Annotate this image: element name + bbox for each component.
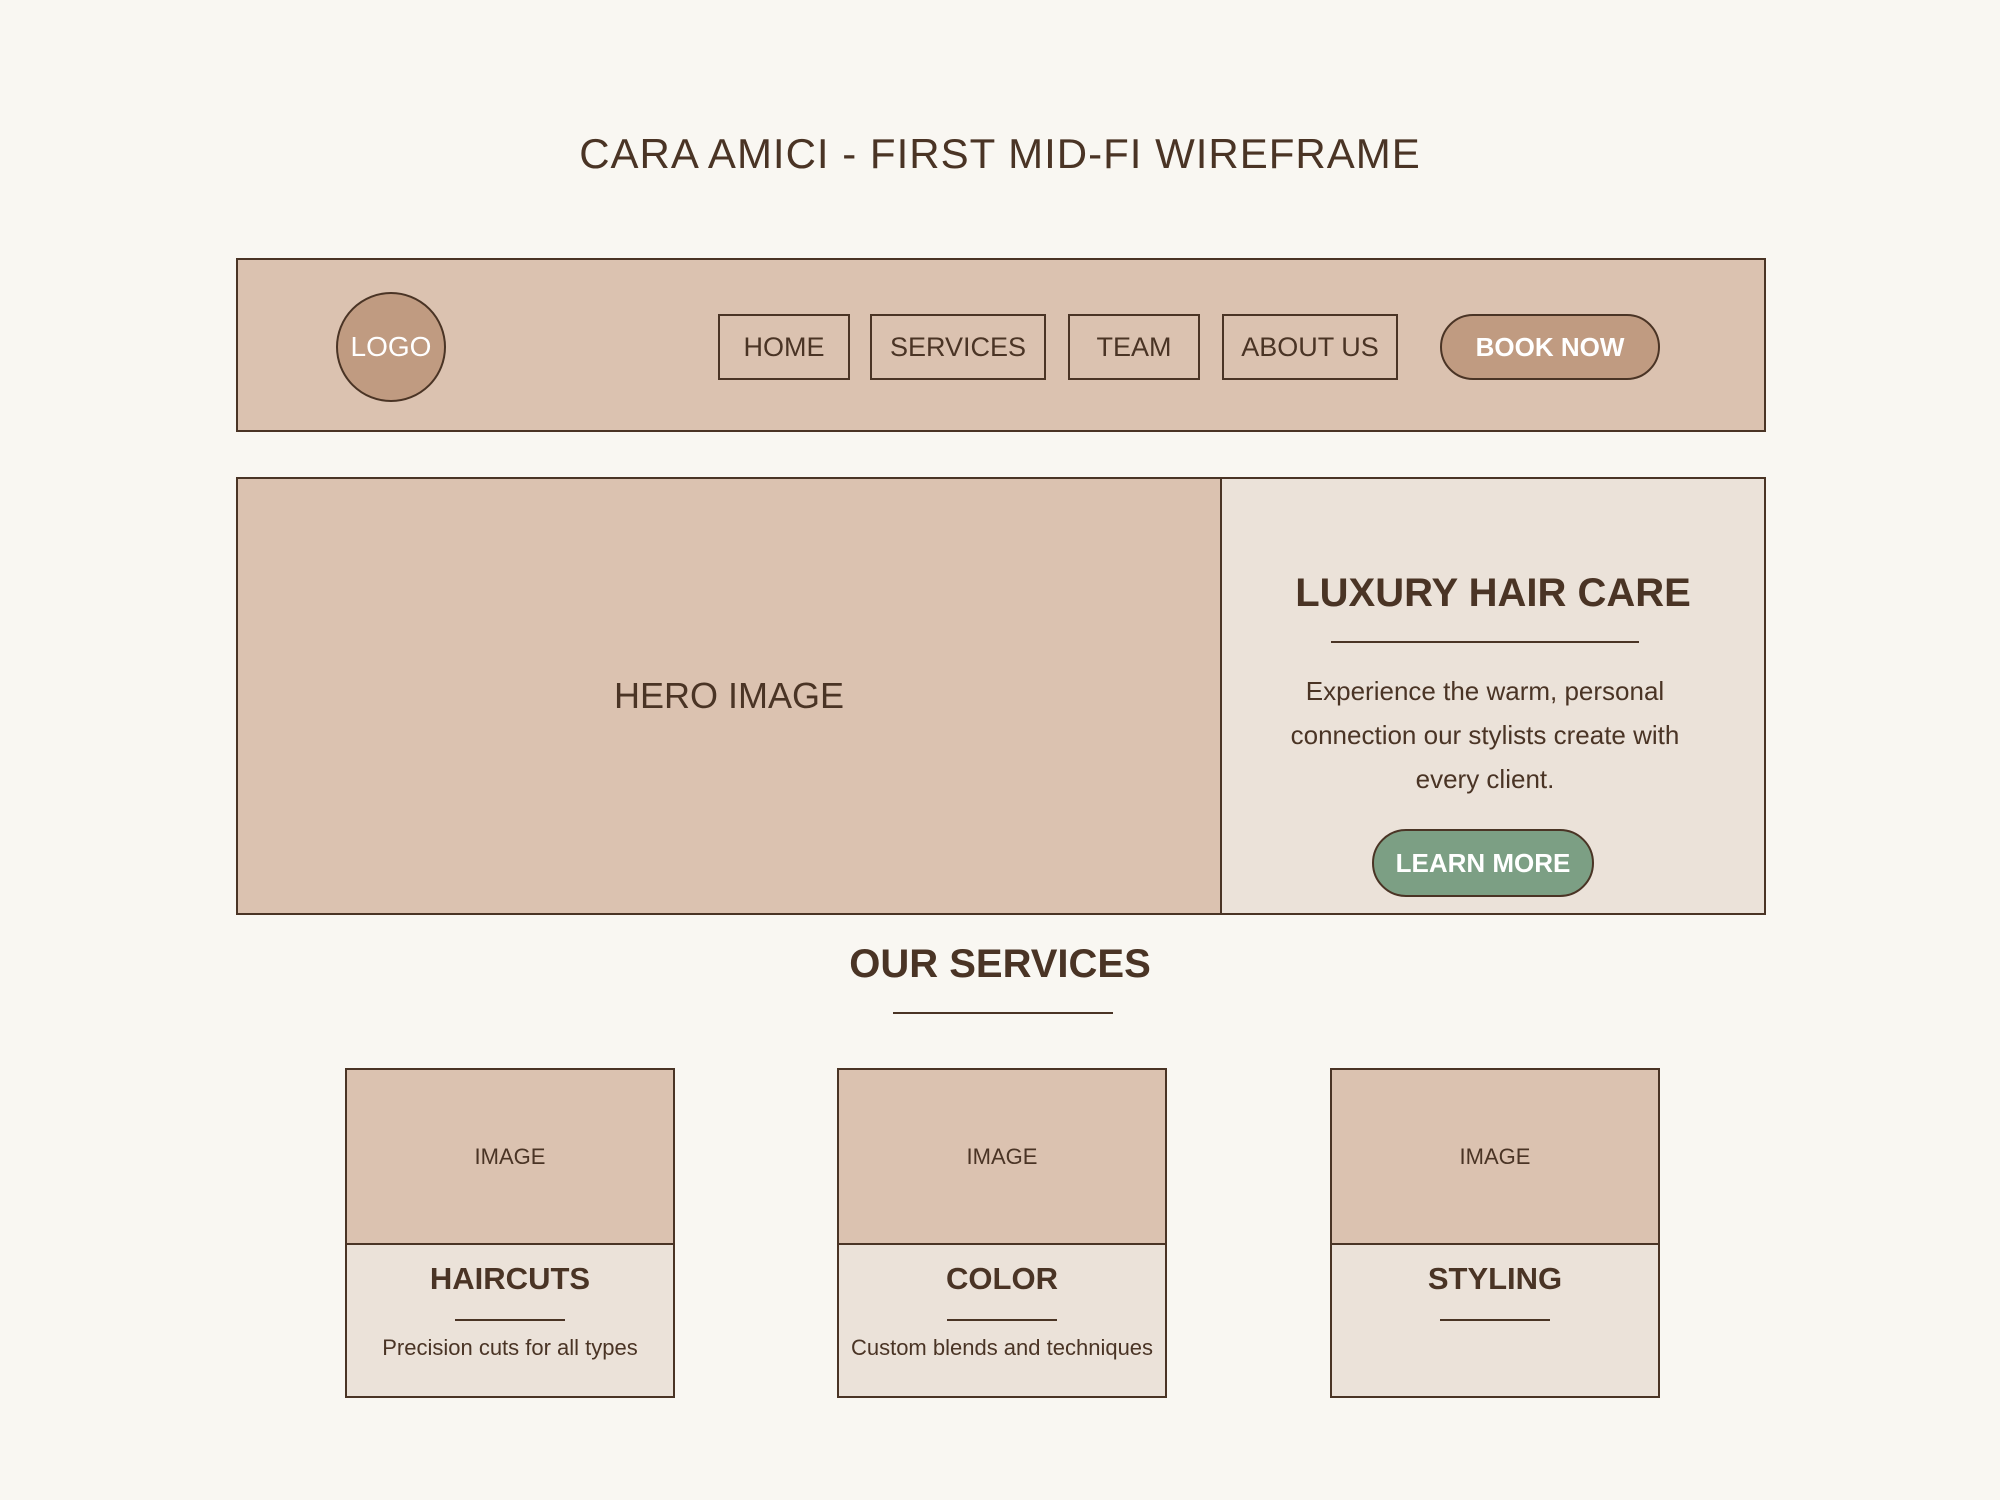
service-card-styling[interactable]: IMAGE STYLING: [1330, 1068, 1660, 1398]
card-image-placeholder: IMAGE: [839, 1070, 1165, 1245]
hero-body-text: Experience the warm, personal connection…: [1290, 676, 1680, 794]
services-divider: [893, 1012, 1113, 1014]
nav-home-button[interactable]: HOME: [718, 314, 850, 380]
services-heading: OUR SERVICES: [849, 942, 1151, 986]
nav-about-us-button[interactable]: ABOUT US: [1222, 314, 1398, 380]
card-divider: [1440, 1319, 1550, 1321]
card-image-placeholder: IMAGE: [347, 1070, 673, 1245]
card-description: Precision cuts for all types: [382, 1335, 638, 1360]
card-title: HAIRCUTS: [429, 1261, 591, 1296]
hero-section: HERO IMAGE LUXURY HAIR CARE Experience t…: [236, 477, 1766, 915]
wireframe-page: CARA AMICI - FIRST MID-FI WIREFRAME LOGO…: [0, 0, 2000, 1500]
nav-services-button[interactable]: SERVICES: [870, 314, 1046, 380]
site-header: LOGO HOME SERVICES TEAM ABOUT US BOOK NO…: [236, 258, 1766, 432]
page-title: CARA AMICI - FIRST MID-FI WIREFRAME: [579, 130, 1421, 177]
learn-more-button[interactable]: LEARN MORE: [1372, 829, 1594, 897]
nav-team-button[interactable]: TEAM: [1068, 314, 1200, 380]
hero-text-panel: LUXURY HAIR CARE Experience the warm, pe…: [1222, 479, 1764, 913]
card-divider: [947, 1319, 1057, 1321]
card-description: Custom blends and techniques: [850, 1335, 1154, 1360]
card-title: STYLING: [1427, 1261, 1563, 1296]
card-divider: [455, 1319, 565, 1321]
hero-heading: LUXURY HAIR CARE: [1295, 571, 1691, 615]
service-card-haircuts[interactable]: IMAGE HAIRCUTS Precision cuts for all ty…: [345, 1068, 675, 1398]
card-title: COLOR: [946, 1261, 1058, 1296]
hero-image-placeholder: HERO IMAGE: [238, 479, 1222, 913]
book-now-button[interactable]: BOOK NOW: [1440, 314, 1660, 380]
hero-divider: [1331, 641, 1639, 643]
service-card-color[interactable]: IMAGE COLOR Custom blends and techniques: [837, 1068, 1167, 1398]
card-image-placeholder: IMAGE: [1332, 1070, 1658, 1245]
logo[interactable]: LOGO: [336, 292, 446, 402]
